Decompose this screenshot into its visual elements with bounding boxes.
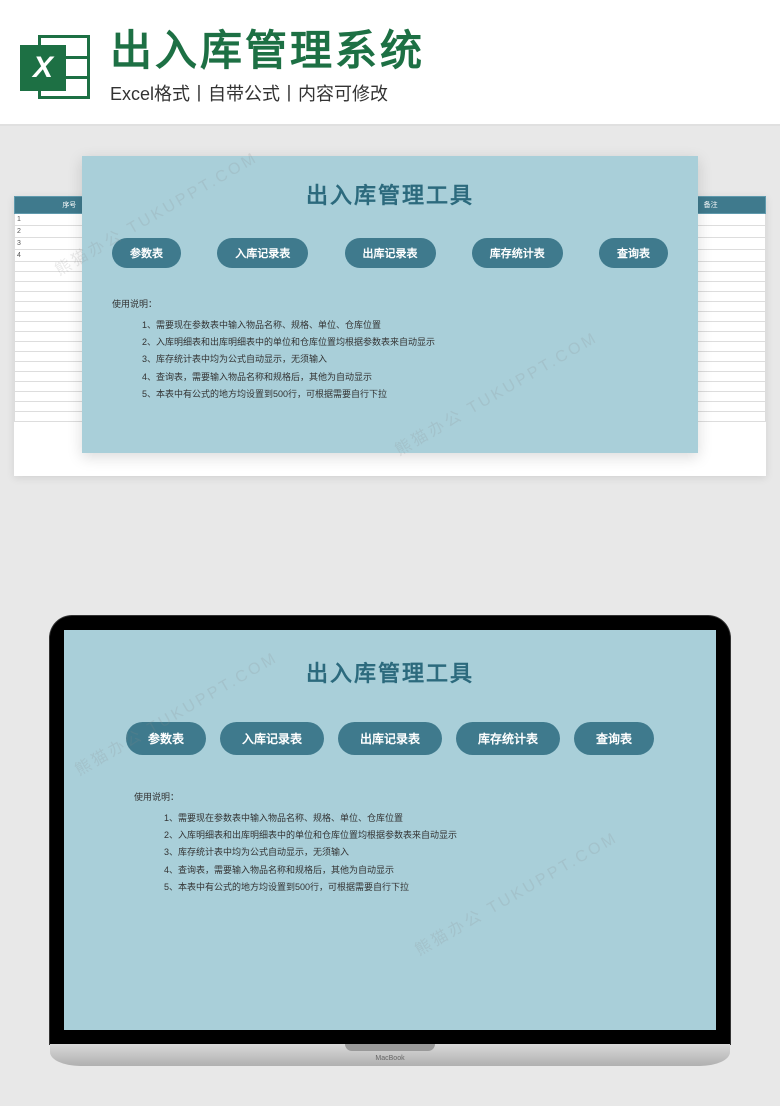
instructions: 使用说明： 1、需要现在参数表中输入物品名称、规格、单位、仓库位置2、入库明细表…	[104, 789, 676, 896]
instruction-item: 3、库存统计表中均为公式自动显示，无须输入	[142, 351, 668, 368]
product-subtitle: Excel格式丨自带公式丨内容可修改	[110, 80, 760, 106]
instruction-item: 1、需要现在参数表中输入物品名称、规格、单位、仓库位置	[164, 810, 676, 827]
instructions: 使用说明： 1、需要现在参数表中输入物品名称、规格、单位、仓库位置2、入库明细表…	[112, 296, 668, 403]
panel-title: 出入库管理工具	[104, 656, 676, 688]
tool-panel: 出入库管理工具 参数表 入库记录表 出库记录表 库存统计表 查询表 使用说明： …	[82, 156, 698, 453]
btn-query[interactable]: 查询表	[574, 722, 654, 755]
instructions-label: 使用说明：	[112, 296, 668, 313]
btn-inventory[interactable]: 库存统计表	[456, 722, 560, 755]
btn-params[interactable]: 参数表	[126, 722, 206, 755]
instruction-item: 4、查询表，需要输入物品名称和规格后，其他为自动显示	[164, 862, 676, 879]
nav-buttons-row: 参数表 入库记录表 出库记录表 库存统计表 查询表	[104, 722, 676, 755]
btn-outbound[interactable]: 出库记录表	[338, 722, 442, 755]
btn-inbound[interactable]: 入库记录表	[220, 722, 324, 755]
instruction-item: 5、本表中有公式的地方均设置到500行，可根据需要自行下拉	[142, 386, 668, 403]
excel-icon: X	[20, 31, 92, 103]
instruction-item: 5、本表中有公式的地方均设置到500行，可根据需要自行下拉	[164, 879, 676, 896]
instruction-item: 2、入库明细表和出库明细表中的单位和仓库位置均根据参数表来自动显示	[142, 334, 668, 351]
laptop-brand: MacBook	[375, 1055, 404, 1062]
btn-outbound[interactable]: 出库记录表	[345, 238, 436, 268]
instruction-item: 2、入库明细表和出库明细表中的单位和仓库位置均根据参数表来自动显示	[164, 827, 676, 844]
laptop-mockup-zone: 出入库管理工具 参数表 入库记录表 出库记录表 库存统计表 查询表 使用说明： …	[0, 586, 780, 1106]
product-header: X 出入库管理系统 Excel格式丨自带公式丨内容可修改	[0, 0, 780, 126]
instruction-item: 4、查询表，需要输入物品名称和规格后，其他为自动显示	[142, 369, 668, 386]
laptop-panel: 出入库管理工具 参数表 入库记录表 出库记录表 库存统计表 查询表 使用说明： …	[64, 630, 716, 1030]
btn-params[interactable]: 参数表	[112, 238, 181, 268]
laptop-screen: 出入库管理工具 参数表 入库记录表 出库记录表 库存统计表 查询表 使用说明： …	[50, 616, 730, 1044]
btn-query[interactable]: 查询表	[599, 238, 668, 268]
template-preview: 序号 日期 领取人 备注 12016/10/722016/10/732016/1…	[0, 126, 780, 586]
nav-buttons-row: 参数表 入库记录表 出库记录表 库存统计表 查询表	[112, 238, 668, 268]
panel-title: 出入库管理工具	[112, 178, 668, 210]
btn-inbound[interactable]: 入库记录表	[217, 238, 308, 268]
product-title: 出入库管理系统	[110, 28, 760, 74]
instruction-item: 1、需要现在参数表中输入物品名称、规格、单位、仓库位置	[142, 317, 668, 334]
laptop-base: MacBook	[50, 1044, 730, 1066]
laptop-mockup: 出入库管理工具 参数表 入库记录表 出库记录表 库存统计表 查询表 使用说明： …	[50, 616, 730, 1066]
instructions-label: 使用说明：	[134, 789, 676, 806]
instruction-item: 3、库存统计表中均为公式自动显示，无须输入	[164, 844, 676, 861]
btn-inventory[interactable]: 库存统计表	[472, 238, 563, 268]
